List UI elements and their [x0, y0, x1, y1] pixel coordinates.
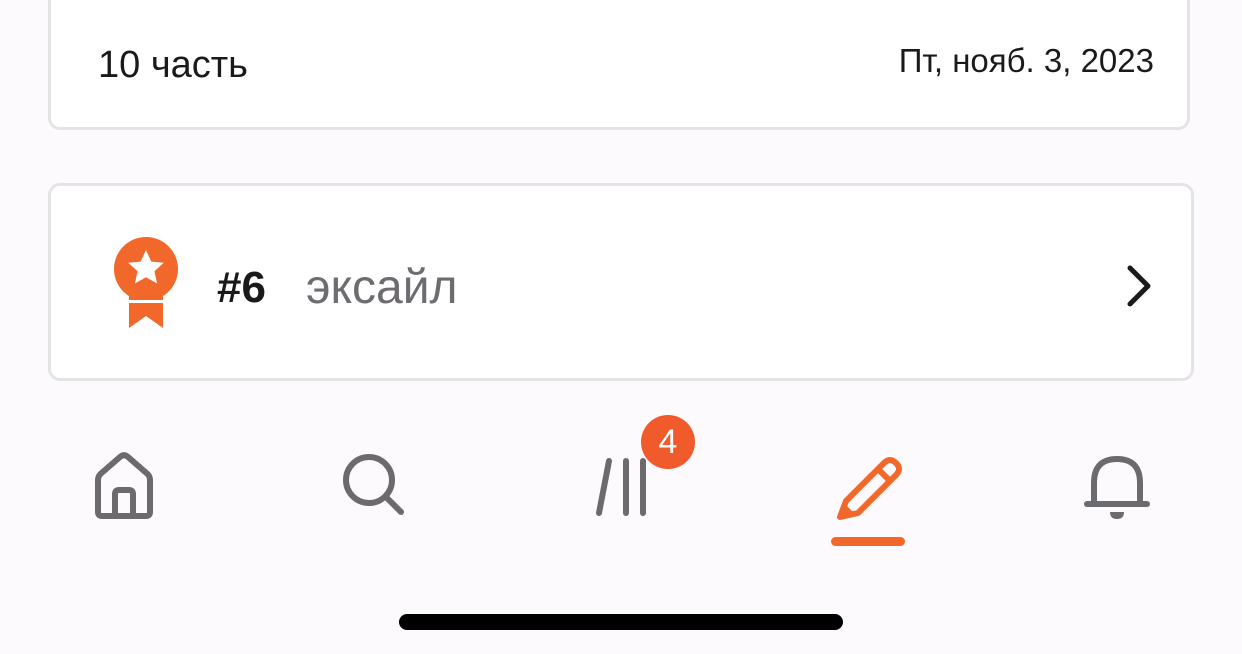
bottom-nav: [0, 420, 1242, 560]
library-badge: 4: [641, 415, 695, 469]
ranking-row[interactable]: #6 эксайл: [48, 183, 1194, 381]
pencil-icon: [832, 449, 904, 521]
rank-tag: эксайл: [306, 261, 458, 314]
library-icon: [593, 453, 653, 517]
rank-number: #6: [217, 263, 266, 312]
nav-search[interactable]: [329, 440, 419, 530]
nav-write[interactable]: [823, 440, 913, 530]
chapter-title: 10 часть: [98, 44, 248, 86]
active-tab-indicator: [831, 537, 905, 546]
award-ribbon-icon: [111, 236, 181, 332]
chapter-date: Пт, нояб. 3, 2023: [898, 42, 1154, 79]
nav-notifications[interactable]: [1072, 440, 1162, 530]
search-icon: [341, 452, 407, 518]
bell-icon: [1082, 449, 1152, 521]
home-indicator[interactable]: [399, 614, 843, 630]
chapter-row[interactable]: 10 часть Пт, нояб. 3, 2023: [48, 0, 1190, 130]
chevron-right-icon[interactable]: [1125, 264, 1153, 308]
home-icon: [92, 450, 156, 520]
nav-home[interactable]: [79, 440, 169, 530]
